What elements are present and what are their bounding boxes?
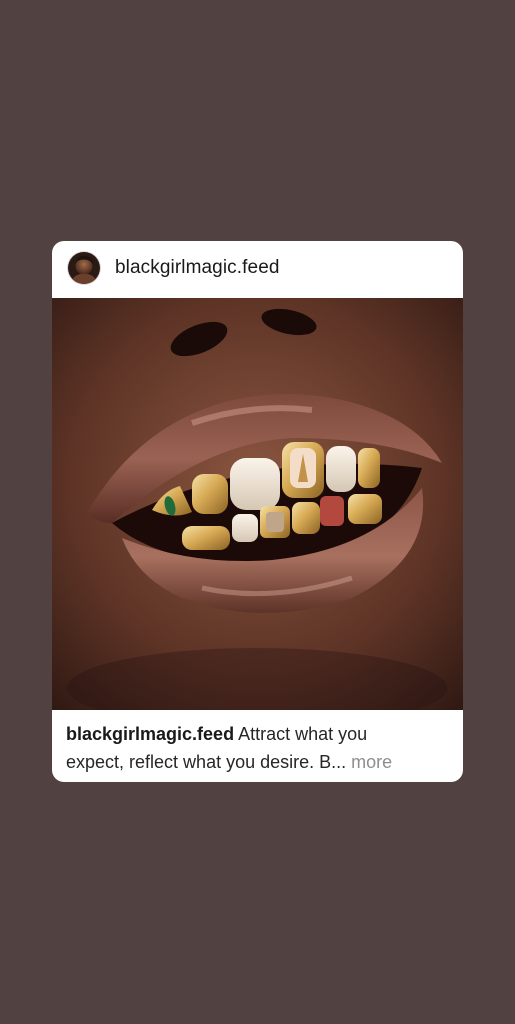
post-caption: blackgirlmagic.feed Attract what you exp… [66, 720, 451, 776]
post-header: blackgirlmagic.feed [52, 241, 463, 298]
avatar-image [68, 252, 100, 284]
avatar[interactable] [67, 251, 101, 285]
more-link[interactable]: more [351, 752, 392, 772]
caption-text-line1: Attract what you [238, 724, 368, 744]
post-image[interactable] [52, 298, 463, 710]
caption-text-line2: expect, reflect what you desire. B [66, 752, 332, 772]
post-card[interactable]: blackgirlmagic.feed blackgirlmagic.feed … [52, 241, 463, 782]
post-username[interactable]: blackgirlmagic.feed [115, 257, 280, 279]
caption-author[interactable]: blackgirlmagic.feed [66, 724, 234, 744]
caption-ellipsis: ... [331, 752, 347, 772]
gold-grillz-photo [52, 298, 463, 710]
